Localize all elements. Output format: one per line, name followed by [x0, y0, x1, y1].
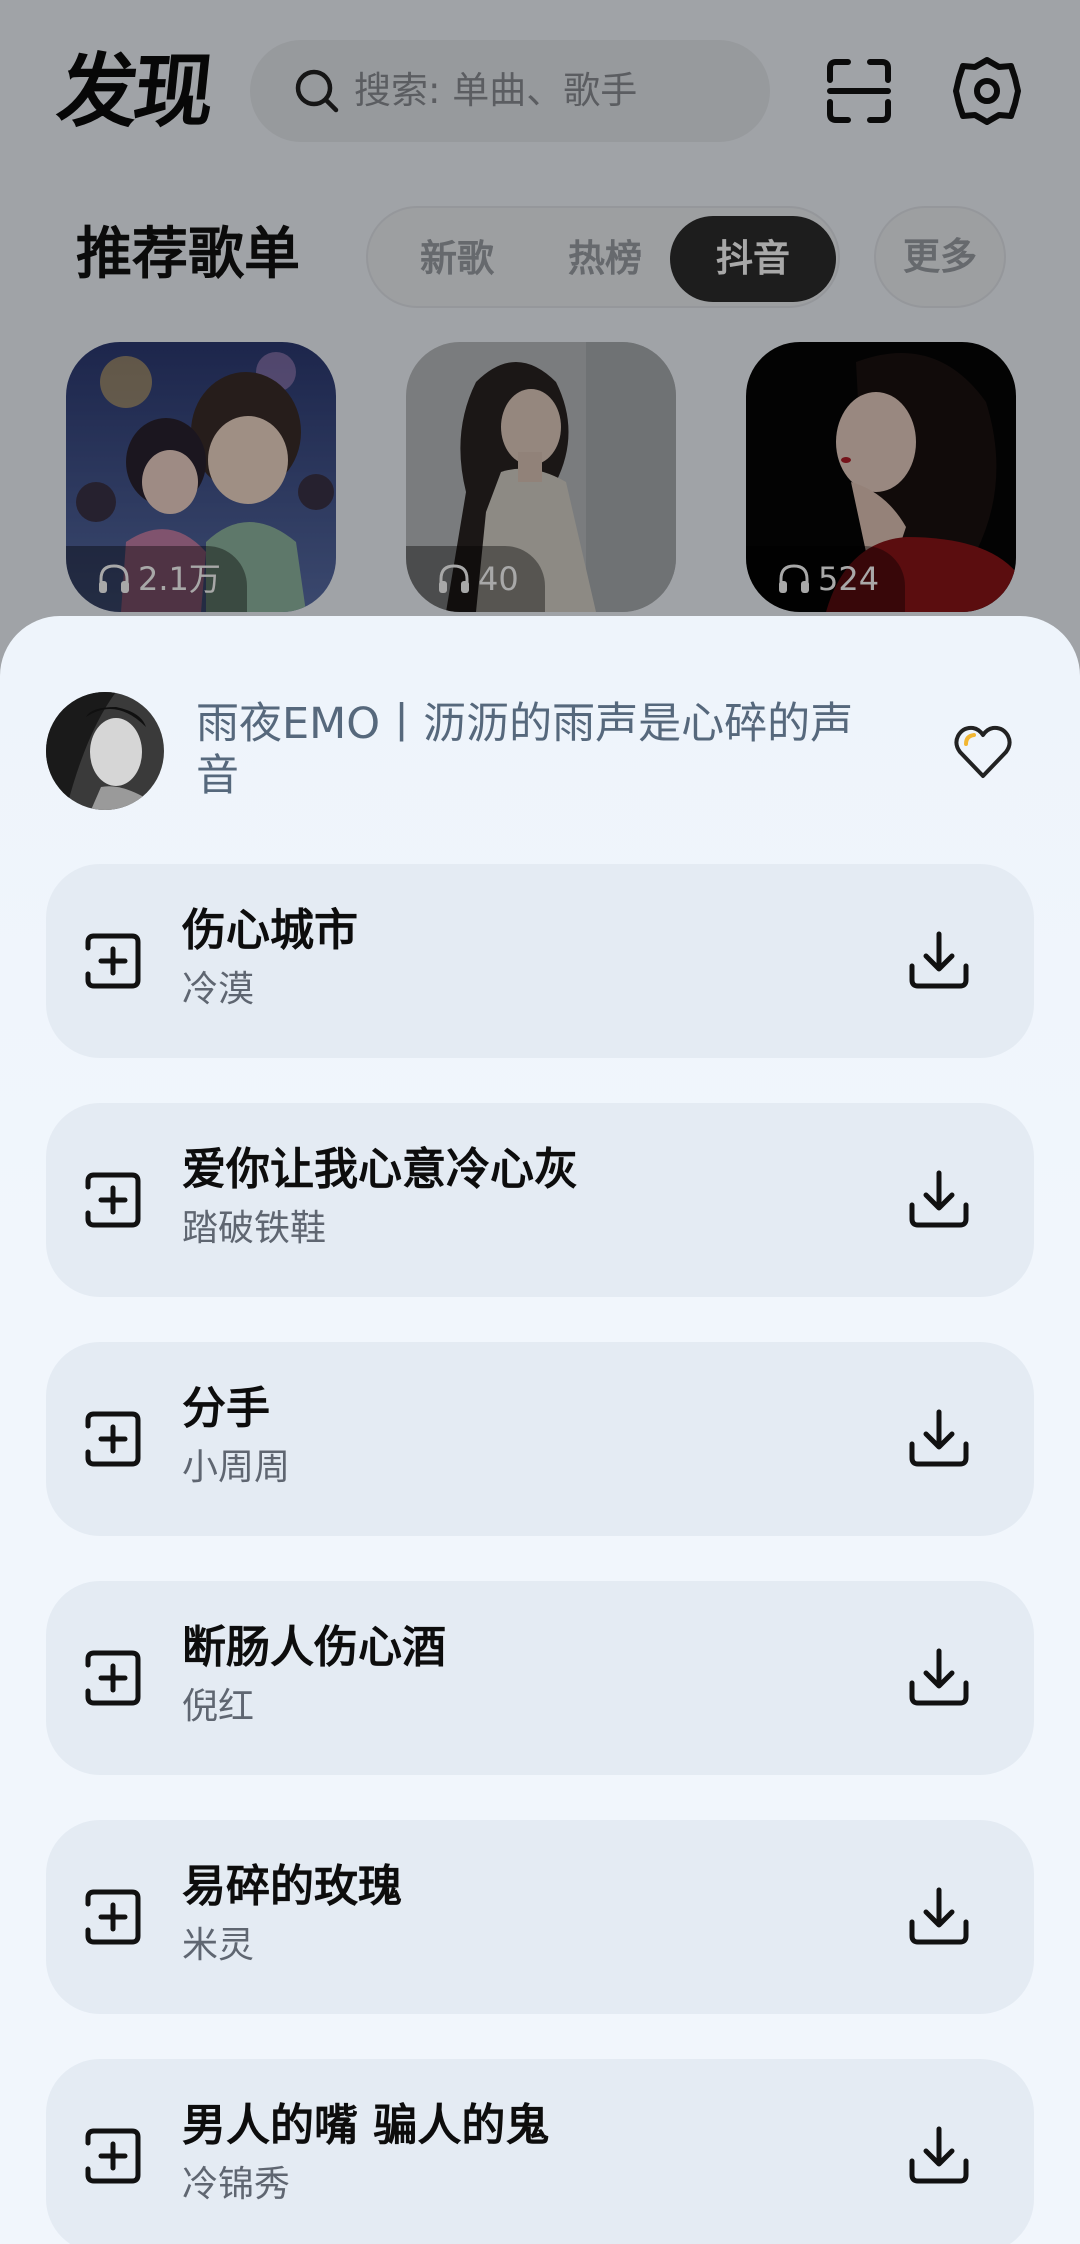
download-icon[interactable]	[906, 1884, 972, 1950]
download-icon[interactable]	[906, 1406, 972, 1472]
song-row[interactable]: 分手 小周周	[46, 1342, 1034, 1536]
playlist-avatar	[46, 692, 164, 810]
song-artist: 倪红	[182, 1686, 255, 1727]
favorite-heart-icon[interactable]	[952, 722, 1014, 784]
playlist-bottom-sheet: 雨夜EMO丨沥沥的雨声是心碎的声音 伤心城市 冷漠 爱你让我心意冷心灰 踏破铁鞋	[0, 616, 1080, 2244]
song-artist: 冷锦秀	[182, 2164, 291, 2205]
song-title: 爱你让我心意冷心灰	[182, 1144, 578, 1195]
add-to-playlist-icon[interactable]	[82, 930, 144, 992]
song-artist: 踏破铁鞋	[182, 1208, 327, 1249]
song-title: 易碎的玫瑰	[182, 1861, 402, 1912]
song-title: 断肠人伤心酒	[182, 1622, 446, 1673]
song-row[interactable]: 爱你让我心意冷心灰 踏破铁鞋	[46, 1103, 1034, 1297]
song-row[interactable]: 男人的嘴 骗人的鬼 冷锦秀	[46, 2059, 1034, 2244]
add-to-playlist-icon[interactable]	[82, 1886, 144, 1948]
download-icon[interactable]	[906, 1167, 972, 1233]
song-artist: 小周周	[182, 1447, 291, 1488]
song-title: 伤心城市	[182, 905, 358, 956]
add-to-playlist-icon[interactable]	[82, 1647, 144, 1709]
song-title: 分手	[182, 1383, 270, 1434]
song-artist: 米灵	[182, 1925, 255, 1966]
add-to-playlist-icon[interactable]	[82, 1408, 144, 1470]
song-row[interactable]: 断肠人伤心酒 倪红	[46, 1581, 1034, 1775]
download-icon[interactable]	[906, 2123, 972, 2189]
playlist-title: 雨夜EMO丨沥沥的雨声是心碎的声音	[196, 699, 854, 801]
add-to-playlist-icon[interactable]	[82, 1169, 144, 1231]
download-icon[interactable]	[906, 1645, 972, 1711]
download-icon[interactable]	[906, 928, 972, 994]
song-row[interactable]: 伤心城市 冷漠	[46, 864, 1034, 1058]
song-row[interactable]: 易碎的玫瑰 米灵	[46, 1820, 1034, 2014]
song-title: 男人的嘴 骗人的鬼	[182, 2100, 550, 2151]
add-to-playlist-icon[interactable]	[82, 2125, 144, 2187]
song-artist: 冷漠	[182, 969, 255, 1010]
